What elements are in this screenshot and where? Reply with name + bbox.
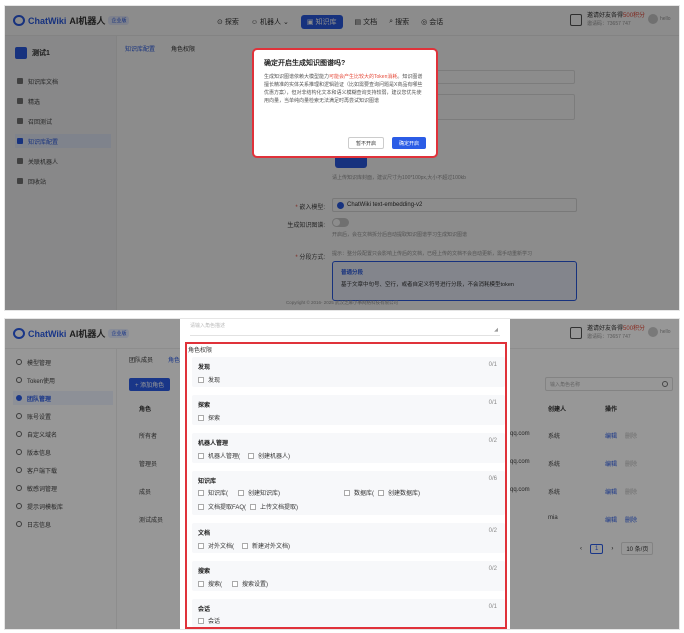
- group-title: 发现: [198, 365, 211, 371]
- group-count: 0/1: [488, 400, 497, 406]
- checkbox-db-create[interactable]: 创建数据库): [378, 488, 420, 497]
- checkbox-db[interactable]: 数据库(: [344, 488, 374, 497]
- checkbox-discover[interactable]: 发现: [198, 375, 220, 384]
- group-title: 会话: [198, 607, 211, 613]
- perm-group-discover: 发现 0/1 发现: [192, 357, 505, 387]
- group-title: 机器人管理: [198, 441, 229, 447]
- checkbox-robot-create[interactable]: 创建机器人): [248, 451, 290, 460]
- group-title: 搜索: [198, 569, 211, 575]
- permissions-title: 角色权限: [188, 348, 213, 354]
- scrollbar[interactable]: [679, 399, 680, 489]
- confirm-graph-modal: 确定开启生成知识图谱吗? 生成知识图谱依赖大模型能力可能会产生比较大的Token…: [252, 48, 438, 158]
- role-desc-input[interactable]: 请输入角色描述: [190, 322, 500, 336]
- checkbox-search[interactable]: 搜索(: [198, 579, 222, 588]
- perm-group-robot: 机器人管理 0/2 机器人管理( 创建机器人): [192, 433, 505, 463]
- group-count: 0/2: [488, 528, 497, 534]
- checkbox-kb[interactable]: 知识库(: [198, 488, 228, 497]
- checkbox-public-docs-create[interactable]: 新建对外文档): [242, 541, 290, 550]
- perm-group-chat: 会话 0/1 会话: [192, 599, 505, 627]
- resize-grip-icon[interactable]: ◢: [494, 327, 498, 333]
- checkbox-robot-manage[interactable]: 机器人管理(: [198, 451, 240, 460]
- perm-group-knowledge: 知识库 0/6 知识库( 创建知识库) 数据库( 创建数据库) 文档提取FAQ(…: [192, 471, 505, 515]
- group-count: 0/1: [488, 604, 497, 610]
- group-count: 0/6: [488, 476, 497, 482]
- perm-group-explore: 探索 0/1 探索: [192, 395, 505, 425]
- checkbox-kb-create[interactable]: 创建知识库): [238, 488, 280, 497]
- checkbox-faq[interactable]: 文档提取FAQ(: [198, 502, 246, 511]
- checkbox-faq-upload[interactable]: 上传文档提取): [250, 502, 298, 511]
- group-title: 文档: [198, 531, 211, 537]
- group-title: 探索: [198, 403, 211, 409]
- modal-body: 生成知识图谱依赖大模型能力可能会产生比较大的Token消耗。知识图谱擅长精准的实…: [264, 74, 423, 104]
- perm-group-docs: 文档 0/2 对外文档( 新建对外文档): [192, 523, 505, 553]
- confirm-button[interactable]: 确定开启: [391, 137, 426, 149]
- checkbox-chat[interactable]: 会话: [198, 616, 220, 625]
- cancel-button[interactable]: 暂不开启: [347, 137, 384, 149]
- group-title: 知识库: [198, 479, 217, 485]
- modal-title: 确定开启生成知识图谱吗?: [264, 60, 346, 67]
- knowledge-config-screen: ChatWiki AI机器人 企业版 ⊙ 探索 ☺ 机器人 ⌄ ▣ 知识库 ▤ …: [4, 5, 680, 311]
- checkbox-public-docs[interactable]: 对外文档(: [198, 541, 234, 550]
- checkbox-search-settings[interactable]: 搜索设置): [232, 579, 268, 588]
- team-roles-screen: ChatWiki AI机器人 企业版 邀请好友各得500积分 邀请码：73657…: [4, 318, 680, 630]
- group-count: 0/2: [488, 566, 497, 572]
- group-count: 0/2: [488, 438, 497, 444]
- checkbox-explore[interactable]: 探索: [198, 413, 220, 422]
- perm-group-search: 搜索 0/2 搜索( 搜索设置): [192, 561, 505, 591]
- group-count: 0/1: [488, 362, 497, 368]
- role-drawer: 请输入角色描述 ◢ 角色权限 发现 0/1 发现 探索 0/1 探索 机器人管理…: [180, 319, 510, 629]
